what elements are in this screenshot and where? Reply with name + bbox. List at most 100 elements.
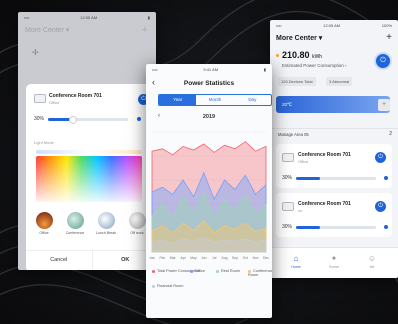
slider-handle[interactable] (69, 116, 77, 124)
status-time: 12:05 AM (323, 22, 341, 28)
abnormal-tag[interactable]: 3 Abnormal (326, 77, 353, 86)
status-time: 9:41 AM (203, 66, 219, 72)
dialog-actions: Cancel OK (26, 250, 156, 269)
status-bar: •••• 12:05 AM 100% (270, 20, 398, 30)
cancel-button[interactable]: Cancel (26, 251, 92, 269)
legend-label: Office (195, 269, 205, 273)
x-tick-label: Jan (149, 256, 155, 260)
x-tick-label: Apr (180, 256, 186, 260)
brightness-slider[interactable] (296, 226, 376, 229)
x-tick-label: Feb (159, 256, 165, 260)
scene-label: Office (39, 231, 49, 235)
period-tabs: Year Month Day (158, 94, 272, 106)
scene-office[interactable]: Office (32, 212, 56, 235)
master-power-button[interactable]: ⏻ (376, 54, 390, 68)
max-brightness-dot (384, 225, 388, 229)
legend-item: Financial Room (152, 284, 183, 288)
tab-me[interactable]: ☺ Me (360, 254, 384, 269)
legend-item: Conference Room (248, 269, 272, 277)
power-integer: 210. (282, 50, 300, 60)
legend-item: Office (190, 269, 205, 273)
right-phone-screen: •••• 12:05 AM 100% More Center ▾ + 210.8… (270, 20, 398, 278)
x-tick-label: Oct (243, 256, 248, 260)
tab-home[interactable]: ⌂ Home (284, 254, 308, 269)
status-dot (276, 54, 279, 57)
devices-total-tag[interactable]: 120 Devices Total (278, 77, 316, 86)
brightness-value: 30% (282, 224, 293, 230)
room-type: Office (298, 159, 309, 164)
brightness-slider[interactable] (48, 116, 128, 124)
signal-icon: •••• (276, 22, 282, 28)
legend-label: Financial Room (157, 284, 184, 288)
scene-label: Conference (65, 231, 85, 235)
status-bar: •••• 9:41 AM ▮ (146, 64, 272, 74)
x-tick-label: Dec (263, 256, 269, 260)
light-control-dialog: Conference Room 701 Office ⏻ 30% Light M… (26, 84, 156, 270)
profile-icon: ☺ (367, 254, 377, 263)
battery-level: 100% (381, 22, 392, 28)
header-title[interactable]: More Center ▾ (276, 34, 322, 42)
brightness-value: 30% (34, 116, 45, 122)
room-name: Conference Room 701 (49, 93, 102, 99)
area-count: 2 (389, 131, 392, 137)
room-name: Conference Room 701 (298, 152, 351, 158)
x-tick-label: Jul (212, 256, 217, 260)
x-tick-label: Mar (170, 256, 177, 260)
estimated-consumption-link[interactable]: Estimated Power Consumption › (282, 63, 347, 68)
add-button[interactable]: + (378, 99, 390, 111)
room-power-button[interactable]: ⏻ (375, 152, 386, 163)
room-card[interactable]: Conference Room 701 on ⏻ 30% (276, 193, 392, 237)
color-temperature-bar[interactable] (36, 150, 142, 154)
legend-label: Rest Room (221, 269, 240, 273)
tab-month[interactable]: Month (196, 95, 233, 105)
bottom-tab-bar: ⌂ Home ✦ Scene ☺ Me (270, 247, 398, 278)
legend-label: Conference Room (248, 269, 272, 277)
scene-conference[interactable]: Conference (63, 212, 87, 235)
x-tick-label: Jun (201, 256, 207, 260)
room-power-button[interactable]: ⏻ (375, 201, 386, 212)
legend-item: Rest Room (216, 269, 240, 273)
tab-label: Me (369, 265, 375, 269)
divider (270, 128, 398, 129)
tab-label: Scene (329, 265, 339, 269)
room-name: Conference Room 701 (298, 201, 351, 207)
lamp-icon (282, 153, 294, 162)
scene-icon: ✦ (330, 254, 338, 263)
brightness-slider[interactable] (296, 177, 376, 180)
selected-year: 2019 (202, 114, 216, 120)
signal-icon: •••• (152, 66, 158, 72)
max-brightness-dot (384, 176, 388, 180)
scene-office-icon (35, 212, 53, 229)
x-tick-label: Nov (253, 256, 259, 260)
home-icon: ⌂ (293, 254, 299, 263)
power-area-chart: Jan Feb Mar Apr May Jun Jul Aug Sep Oct Nov Dec (149, 131, 269, 260)
battery-icon: ▮ (263, 66, 266, 72)
room-card[interactable]: Conference Room 701 Office ⏻ 30% (276, 144, 392, 188)
scene-lunch-break[interactable]: Lunch Break (94, 212, 118, 235)
temperature-card[interactable] (276, 96, 390, 113)
add-icon[interactable]: + (386, 32, 392, 43)
power-decimals: 80 (299, 50, 310, 60)
room-type: on (298, 208, 303, 213)
x-tick-label: May (190, 256, 197, 260)
brightness-value: 30% (282, 175, 293, 181)
tab-scene[interactable]: ✦ Scene (322, 254, 346, 269)
tab-day[interactable]: Day (234, 95, 271, 105)
light-mode-label: Light Mode (34, 140, 54, 145)
lamp-icon (282, 202, 294, 211)
power-unit: kWh (312, 54, 323, 60)
tab-year[interactable]: Year (159, 95, 197, 105)
left-phone-screen: •••• 12:05 AM ▮ More Center ▾ + ✢ Confer… (18, 12, 156, 270)
power-reading: 210.80 kWh (282, 50, 322, 60)
middle-phone-screen: •••• 9:41 AM ▮ ‹ Power Statistics Year M… (146, 64, 272, 318)
max-brightness-dot (137, 117, 141, 121)
scene-label: Lunch Break (95, 231, 117, 235)
x-tick-label: Aug (222, 256, 228, 260)
scene-conference-icon (66, 212, 84, 229)
temperature-value: 20℃ (282, 102, 293, 107)
color-picker-spectrum[interactable] (36, 156, 142, 202)
tab-label: Home (291, 265, 301, 269)
lamp-icon (34, 94, 46, 103)
room-type: Office (49, 100, 60, 105)
manage-area-label: Manage Area 05 (278, 132, 309, 137)
